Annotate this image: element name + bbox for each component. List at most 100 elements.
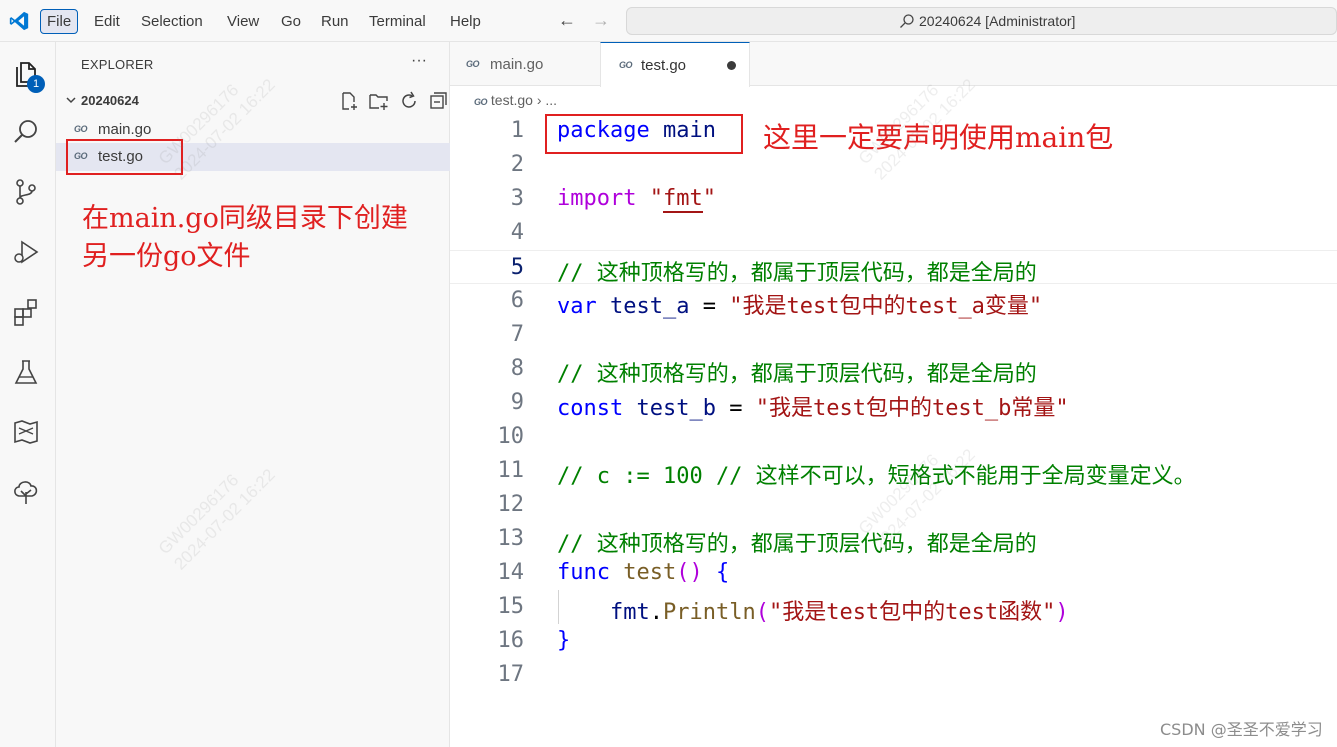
- line-number: 12: [497, 492, 525, 517]
- line-number: 11: [497, 458, 525, 483]
- line-number: 7: [510, 322, 524, 347]
- line-number: 17: [497, 662, 525, 687]
- refresh-icon[interactable]: [398, 90, 420, 112]
- breadcrumb-separator-icon: ›: [536, 92, 542, 108]
- operator: =: [715, 396, 756, 421]
- line-number: 14: [497, 560, 525, 585]
- menu-run[interactable]: Run: [317, 11, 353, 33]
- code-line: 15 fmt.Println("我是test包中的test函数"): [450, 590, 1337, 625]
- vscode-logo-icon: [9, 11, 29, 31]
- tab-main-go[interactable]: GO main.go: [450, 42, 600, 86]
- paren: ): [1055, 600, 1069, 625]
- extensions-icon[interactable]: [10, 296, 42, 328]
- source-control-icon[interactable]: [10, 176, 42, 208]
- string-quote: ": [649, 186, 663, 211]
- folder-name: 20240624: [81, 93, 139, 108]
- back-arrow-icon[interactable]: ←: [558, 10, 576, 31]
- comment: // c := 100 // 这样不可以，短格式不能用于全局变量定义。: [557, 464, 1196, 489]
- keyword: func: [557, 560, 610, 585]
- menu-selection[interactable]: Selection: [137, 11, 207, 33]
- command-center-label: 20240624 [Administrator]: [919, 13, 1076, 29]
- code-line: 14 func test() {: [450, 556, 1337, 590]
- comment: // 这种顶格写的，都属于顶层代码，都是全局的: [557, 362, 1037, 387]
- sidebar-annotation: 在main.go同级目录下创建 另一份go文件: [82, 200, 408, 276]
- line-number: 10: [497, 424, 525, 449]
- line-number: 8: [510, 356, 524, 381]
- unsaved-dot-icon[interactable]: [727, 61, 736, 70]
- chevron-down-icon: [66, 97, 76, 104]
- line-number: 4: [510, 220, 524, 245]
- menu-view[interactable]: View: [223, 11, 263, 33]
- line-number: 5: [510, 255, 524, 280]
- code-line: 7: [450, 318, 1337, 352]
- go-file-icon: GO: [74, 124, 88, 134]
- command-center[interactable]: 20240624 [Administrator]: [626, 7, 1337, 35]
- string-literal: "我是test包中的test函数": [768, 600, 1056, 625]
- line-number: 15: [497, 594, 525, 619]
- parentheses: (): [676, 560, 703, 585]
- operator: =: [689, 294, 730, 319]
- keyword: const: [557, 396, 624, 421]
- function-call: Println: [662, 600, 756, 625]
- map-docs-icon[interactable]: [10, 416, 42, 448]
- run-debug-icon[interactable]: [10, 236, 42, 268]
- keyword: import: [557, 186, 637, 211]
- package-ref: fmt: [609, 600, 650, 625]
- menu-file[interactable]: File: [40, 9, 79, 34]
- function-name: test: [623, 560, 677, 585]
- tab-bar: GO main.go GO test.go: [450, 42, 1337, 87]
- comment: // 这种顶格写的，都属于顶层代码，都是全局的: [557, 261, 1037, 286]
- csdn-credit: CSDN @圣圣不爱学习: [1160, 720, 1323, 739]
- dot: .: [649, 600, 663, 625]
- highlight-box: [545, 114, 743, 154]
- tab-test-go[interactable]: GO test.go: [600, 42, 750, 87]
- explorer-title: EXPLORER: [81, 57, 154, 72]
- menu-terminal[interactable]: Terminal: [365, 11, 430, 33]
- testing-flask-icon[interactable]: [10, 356, 42, 388]
- line-number: 3: [510, 186, 524, 211]
- vscode-window: File Edit Selection View Go Run Terminal…: [0, 0, 1337, 747]
- tab-label: test.go: [641, 57, 687, 74]
- breadcrumb-more[interactable]: ...: [545, 92, 557, 108]
- file-name: main.go: [98, 121, 152, 138]
- title-bar: File Edit Selection View Go Run Terminal…: [0, 0, 1337, 42]
- breadcrumb-file[interactable]: test.go: [491, 92, 533, 108]
- search-icon[interactable]: [10, 116, 42, 148]
- annotation-line: 另一份go文件: [82, 241, 251, 272]
- variable-name: test_a: [610, 294, 690, 319]
- code-line-current: 5 // 这种顶格写的，都属于顶层代码，都是全局的: [450, 250, 1337, 286]
- brace: {: [715, 560, 730, 585]
- comment: // 这种顶格写的，都属于顶层代码，都是全局的: [557, 532, 1037, 557]
- code-line: 10: [450, 420, 1337, 454]
- code-editor[interactable]: 1 package main 2 3 import "fmt" 4 5 // 这…: [450, 114, 1337, 747]
- line-number: 9: [510, 390, 524, 415]
- string-literal: "我是test包中的test_b常量": [755, 396, 1069, 421]
- breadcrumb: GO test.go › ...: [474, 92, 557, 108]
- collapse-all-icon[interactable]: [428, 90, 450, 112]
- explorer-badge: 1: [27, 75, 45, 93]
- line-number: 16: [497, 628, 525, 653]
- brace: }: [557, 628, 571, 653]
- more-actions-icon[interactable]: ···: [411, 52, 427, 70]
- string-literal: "我是test包中的test_a变量": [729, 294, 1043, 319]
- activity-bar: 1: [0, 42, 56, 747]
- code-line: 4: [450, 216, 1337, 250]
- go-file-icon: GO: [466, 59, 480, 69]
- annotation-line: 在main.go同级目录下创建: [82, 203, 408, 234]
- tree-icon[interactable]: [10, 476, 42, 508]
- code-line: 6 var test_a = "我是test包中的test_a变量": [450, 284, 1337, 319]
- keyword: var: [557, 294, 597, 319]
- go-file-icon: GO: [474, 97, 488, 107]
- new-folder-icon[interactable]: [368, 90, 390, 112]
- menu-edit[interactable]: Edit: [90, 11, 124, 33]
- search-icon: [900, 14, 914, 28]
- menu-go[interactable]: Go: [277, 11, 305, 33]
- import-path: fmt: [662, 186, 703, 213]
- code-line: 17: [450, 658, 1337, 692]
- forward-arrow-icon[interactable]: →: [592, 10, 610, 31]
- code-line: 3 import "fmt": [450, 182, 1337, 216]
- menu-help[interactable]: Help: [446, 11, 485, 33]
- code-line: 16 }: [450, 624, 1337, 658]
- new-file-icon[interactable]: [338, 90, 360, 112]
- code-line: 9 const test_b = "我是test包中的test_b常量": [450, 386, 1337, 421]
